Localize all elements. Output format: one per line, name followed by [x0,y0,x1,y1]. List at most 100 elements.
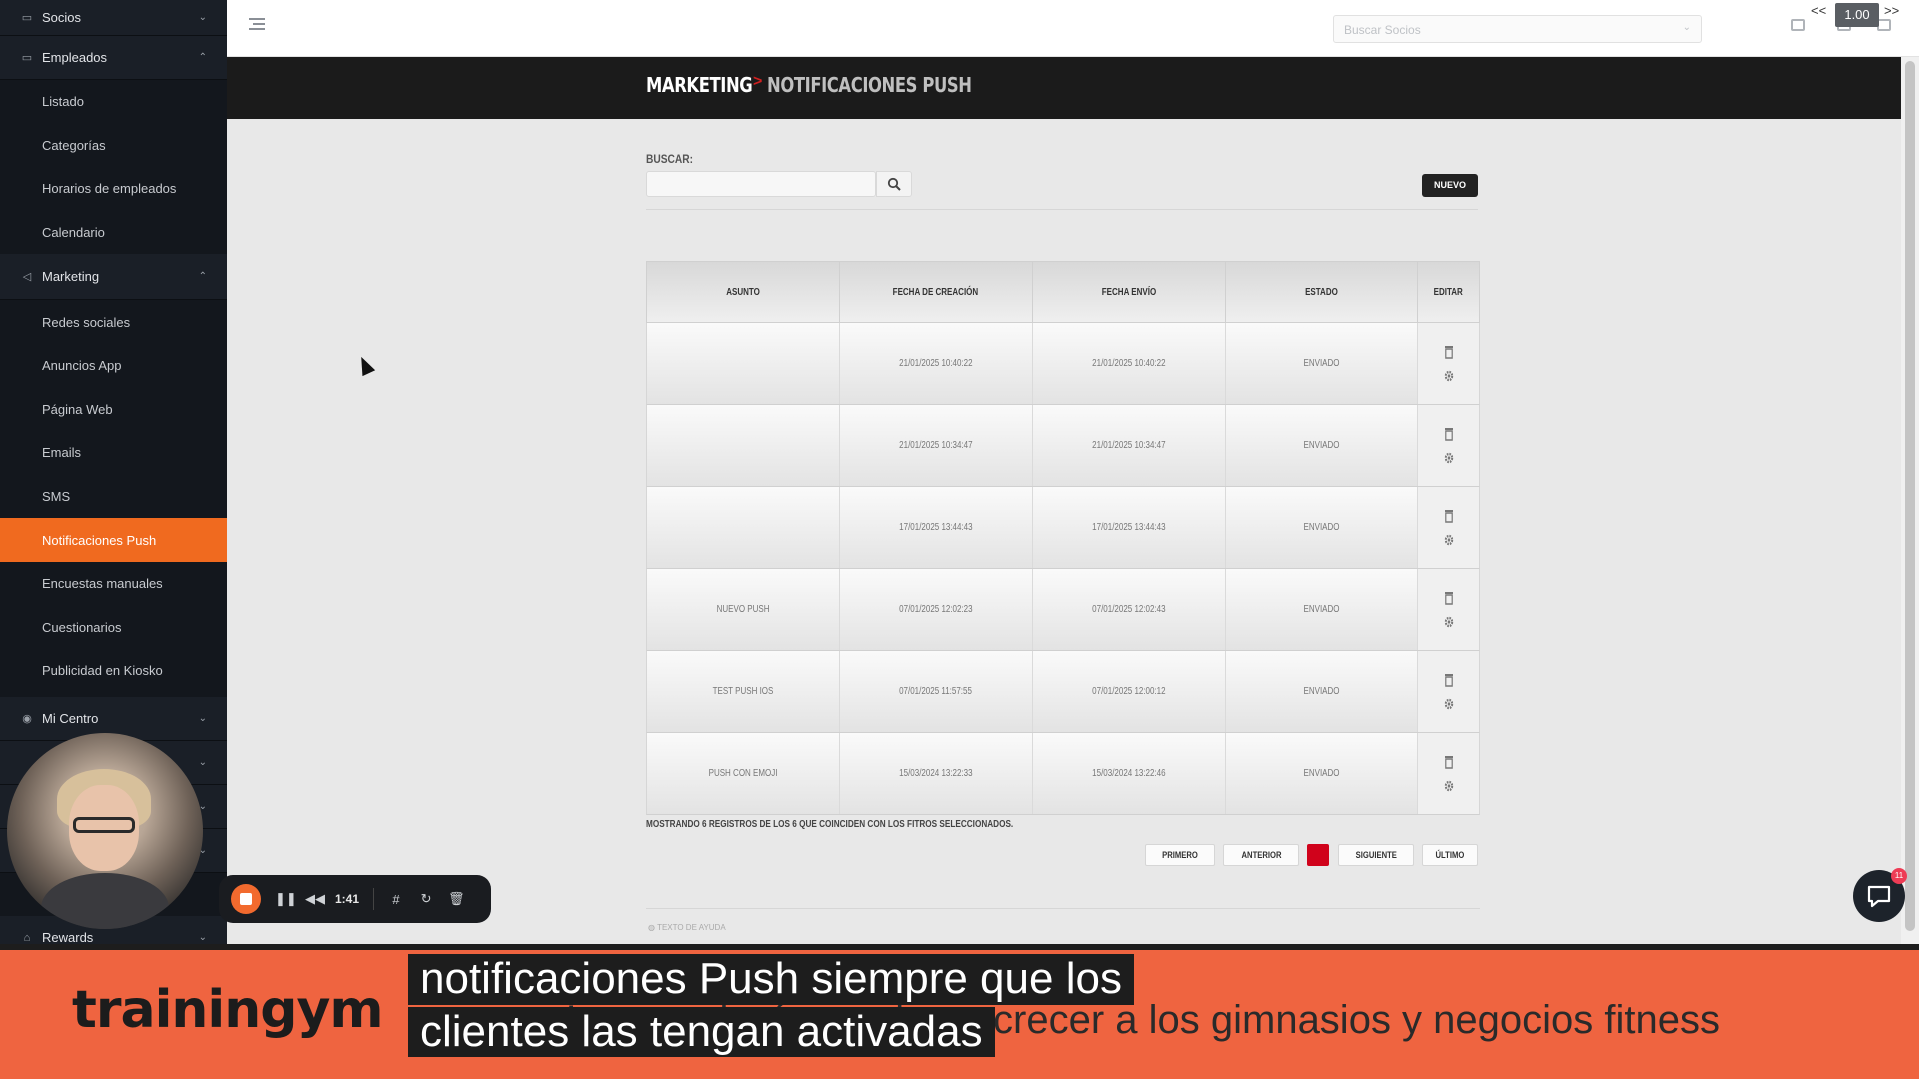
cell-fecha-envio: 07/01/2025 12:02:43 [1033,569,1226,650]
pagination-last-button[interactable]: ÚLTIMO [1422,844,1478,866]
cell-fecha-envio: 15/03/2024 13:22:46 [1033,733,1226,814]
home-icon: ⌂ [23,931,31,944]
recording-time: 1:41 [335,892,360,906]
sidebar-item-emails[interactable]: Emails [0,431,227,475]
stop-recording-button[interactable] [231,884,261,914]
sidebar-group-empleados[interactable]: ▭ Empleados ⌃ [0,36,227,80]
user-icon[interactable] [1877,19,1891,31]
trash-icon[interactable]: 🗑 [448,891,465,907]
topbar: Buscar Socios ⌄ [227,0,1919,57]
cell-asunto [647,405,840,486]
sidebar-item-horarios-empleados[interactable]: Horarios de empleados [0,167,227,211]
trash-icon[interactable] [1442,344,1455,360]
trash-icon[interactable] [1442,426,1455,442]
sidebar-item-redes-sociales[interactable]: Redes sociales [0,300,227,344]
column-header-asunto[interactable]: ASUNTO [647,262,840,322]
menu-toggle-icon[interactable] [249,18,265,32]
pagination-current-page[interactable] [1307,844,1329,866]
pagination-first-button[interactable]: PRIMERO [1145,844,1215,866]
cell-editar [1418,323,1479,404]
gear-icon[interactable] [1442,450,1455,466]
subtitle-line-1: notificaciones Push siempre que los [408,954,1134,1005]
sidebar-item-calendario[interactable]: Calendario [0,211,227,255]
chat-badge: 11 [1891,868,1907,884]
page-scrollbar[interactable] [1901,57,1919,944]
sidebar-item-anuncios-app[interactable]: Anuncios App [0,344,227,388]
column-header-fecha-creacion[interactable]: FECHA DE CREACIÓN [840,262,1034,322]
page-header: MARKETING > NOTIFICACIONES PUSH [227,57,1901,119]
search-button[interactable] [876,171,912,197]
search-input[interactable] [646,171,876,197]
sidebar-item-categorias[interactable]: Categorías [0,124,227,168]
cell-estado: ENVIADO [1226,323,1419,404]
sidebar-item-listado[interactable]: Listado [0,80,227,124]
id-card-icon: ▭ [21,12,33,24]
cell-asunto: TEST PUSH IOS [647,651,840,732]
card-icon[interactable] [1791,19,1805,31]
breadcrumb-section[interactable]: MARKETING [646,73,753,97]
divider [646,209,1478,210]
gear-icon[interactable] [1442,532,1455,548]
sidebar-item-sms[interactable]: SMS [0,475,227,519]
location-pin-icon: ◉ [22,712,32,725]
cell-fecha-envio: 21/01/2025 10:34:47 [1033,405,1226,486]
scrollbar-thumb[interactable] [1905,61,1915,931]
cell-editar [1418,405,1479,486]
chat-launcher-button[interactable]: 11 [1853,868,1907,922]
cell-editar [1418,569,1479,650]
grid-icon[interactable]: # [388,892,404,907]
results-summary: MOSTRANDO 6 REGISTROS DE LOS 6 QUE COINC… [646,819,1014,830]
sidebar-group-label: Marketing [42,269,100,285]
table-row[interactable]: NUEVO PUSH 07/01/2025 12:02:23 07/01/202… [646,569,1480,651]
pagination-next-button[interactable]: SIGUIENTE [1338,844,1414,866]
webcam-overlay [7,733,203,929]
sidebar-item-encuestas-manuales[interactable]: Encuestas manuales [0,562,227,606]
gear-icon[interactable] [1442,696,1455,712]
search-icon [887,177,901,191]
sidebar-item-publicidad-kiosko[interactable]: Publicidad en Kiosko [0,649,227,693]
trash-icon[interactable] [1442,508,1455,524]
zoom-prev-button[interactable]: << [1811,3,1826,18]
search-socios-placeholder: Buscar Socios [1344,23,1421,37]
cell-asunto [647,487,840,568]
cell-estado: ENVIADO [1226,487,1419,568]
rewind-icon[interactable]: ◀◀ [305,891,325,907]
sidebar-item-pagina-web[interactable]: Página Web [0,388,227,432]
column-header-fecha-envio[interactable]: FECHA ENVÍO [1033,262,1226,322]
gear-icon[interactable] [1442,778,1455,794]
search-label: BUSCAR: [646,152,694,166]
search-socios-select[interactable]: Buscar Socios ⌄ [1333,15,1702,43]
table-row[interactable]: 21/01/2025 10:34:47 21/01/2025 10:34:47 … [646,405,1480,487]
restart-icon[interactable]: ↻ [418,891,434,907]
chevron-down-icon: ⌄ [198,932,207,943]
megaphone-icon: ◁ [22,271,32,284]
table-header: ASUNTO FECHA DE CREACIÓN FECHA ENVÍO EST… [646,261,1480,323]
cell-fecha-creacion: 21/01/2025 10:34:47 [840,405,1034,486]
pagination-prev-button[interactable]: ANTERIOR [1223,844,1299,866]
recording-controls: ❚❚ ◀◀ 1:41 # ↻ 🗑 [219,875,491,923]
zoom-value: 1.00 [1835,3,1879,27]
chevron-up-icon: ⌃ [198,271,207,283]
cell-estado: ENVIADO [1226,569,1419,650]
table-row[interactable]: 17/01/2025 13:44:43 17/01/2025 13:44:43 … [646,487,1480,569]
pause-icon[interactable]: ❚❚ [275,891,297,907]
sidebar-group-marketing[interactable]: ◁ Marketing ⌃ [0,254,227,301]
sidebar-group-socios[interactable]: ▭ Socios ⌄ [0,0,227,36]
sidebar-item-notificaciones-push[interactable]: Notificaciones Push [0,518,227,562]
zoom-next-button[interactable]: >> [1884,3,1899,18]
column-header-estado[interactable]: ESTADO [1226,262,1419,322]
sidebar-group-label: Mi Centro [42,710,99,726]
gear-icon[interactable] [1442,368,1455,384]
trash-icon[interactable] [1442,590,1455,606]
help-link[interactable]: ◍ TEXTO DE AYUDA [648,923,726,932]
trash-icon[interactable] [1442,672,1455,688]
sidebar-item-cuestionarios[interactable]: Cuestionarios [0,606,227,650]
table-row[interactable]: PUSH CON EMOJI 15/03/2024 13:22:33 15/03… [646,733,1480,815]
gear-icon[interactable] [1442,614,1455,630]
app-root: ▭ Socios ⌄ ▭ Empleados ⌃ Listado Categor… [0,0,1919,1079]
cell-editar [1418,651,1479,732]
table-row[interactable]: 21/01/2025 10:40:22 21/01/2025 10:40:22 … [646,323,1480,405]
table-row[interactable]: TEST PUSH IOS 07/01/2025 11:57:55 07/01/… [646,651,1480,733]
trash-icon[interactable] [1442,754,1455,770]
new-button[interactable]: NUEVO [1422,174,1478,197]
